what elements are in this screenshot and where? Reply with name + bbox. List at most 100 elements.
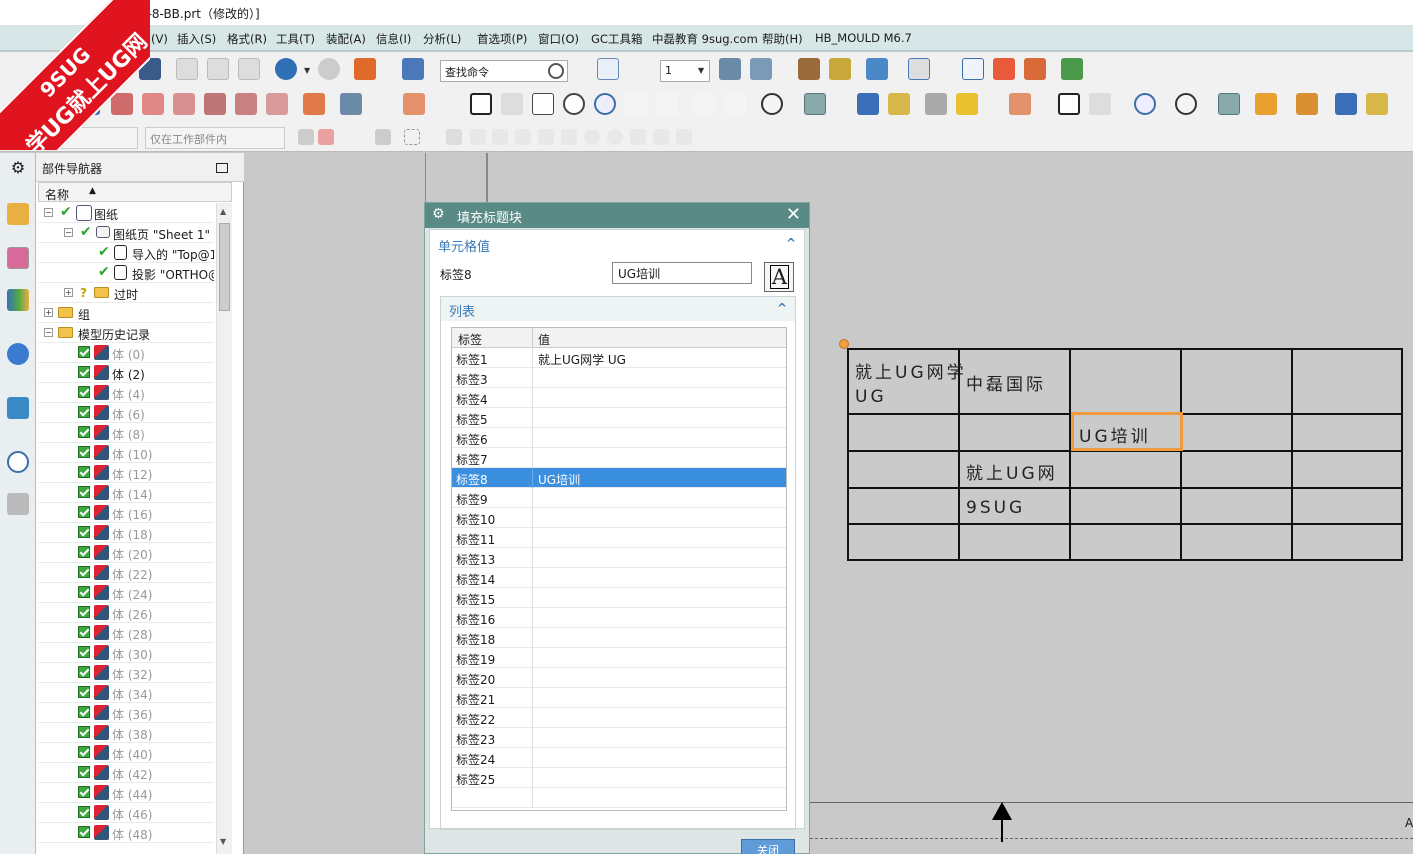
hammer-icon[interactable] <box>1296 93 1318 115</box>
tree-node-body[interactable]: 体 (20) <box>38 543 214 563</box>
collapse-chevron-icon[interactable]: ^ <box>786 236 796 250</box>
tools-icon[interactable] <box>1255 93 1277 115</box>
half-section-icon[interactable] <box>204 93 226 115</box>
scrollbar-thumb[interactable] <box>219 223 230 311</box>
tree-node-model-history[interactable]: − 模型历史记录 <box>38 323 214 343</box>
existing-point-icon[interactable] <box>630 129 646 145</box>
intersection-icon[interactable] <box>538 129 554 145</box>
checkbox-icon[interactable] <box>78 826 90 838</box>
checkbox-icon[interactable] <box>78 506 90 518</box>
table-row[interactable]: 标签13 <box>452 548 786 568</box>
table-row[interactable]: 标签11 <box>452 528 786 548</box>
table-row[interactable]: 标签6 <box>452 428 786 448</box>
edit-object-display-icon[interactable] <box>798 58 820 80</box>
tree-node-body[interactable]: 体 (8) <box>38 423 214 443</box>
point-on-curve-icon[interactable] <box>653 129 669 145</box>
mid-point-icon[interactable] <box>492 129 508 145</box>
table-row[interactable]: 标签10 <box>452 508 786 528</box>
image-icon-2[interactable] <box>1218 93 1240 115</box>
table-row[interactable]: 标签14 <box>452 568 786 588</box>
quadrant-icon[interactable] <box>607 129 623 145</box>
zoom-icon[interactable] <box>563 93 585 115</box>
checkbox-icon[interactable] <box>78 486 90 498</box>
tree-node-body[interactable]: 体 (6) <box>38 403 214 423</box>
view-style-icon[interactable] <box>340 93 362 115</box>
menu-format[interactable]: 格式(R) <box>227 31 267 47</box>
tree-node-body[interactable]: 体 (22) <box>38 563 214 583</box>
checkbox-icon[interactable] <box>78 726 90 738</box>
tree-node-body[interactable]: 体 (12) <box>38 463 214 483</box>
chevron-down-icon[interactable]: ▼ <box>698 66 704 75</box>
tree-node-projected-view[interactable]: ✔ 投影 "ORTHO@ <box>38 263 214 283</box>
tree-node-body[interactable]: 体 (24) <box>38 583 214 603</box>
menu-assembly[interactable]: 装配(A) <box>326 31 366 47</box>
close-button[interactable]: 关闭 <box>741 839 795 854</box>
view-boundary-icon[interactable] <box>866 58 888 80</box>
move-to-layer-icon[interactable] <box>750 58 772 80</box>
select-all-icon[interactable] <box>298 129 314 145</box>
table-row[interactable]: 标签15 <box>452 588 786 608</box>
menu-preferences[interactable]: 首选项(P) <box>477 31 527 47</box>
weld-symbol-icon[interactable] <box>656 93 678 115</box>
display-sheet-icon[interactable] <box>1024 58 1046 80</box>
table-row[interactable]: 标签25 <box>452 768 786 788</box>
center-mark-icon[interactable] <box>761 93 783 115</box>
datum-feature-icon[interactable] <box>532 93 554 115</box>
table-row[interactable]: 标签24 <box>452 748 786 768</box>
web-browser-icon[interactable] <box>7 397 29 419</box>
surface-finish-icon[interactable] <box>625 93 647 115</box>
hd3d-tools-icon[interactable] <box>7 343 29 365</box>
expand-icon[interactable]: + <box>44 308 53 317</box>
text-style-icon-2[interactable] <box>1335 93 1357 115</box>
tree-node-body[interactable]: 体 (0) <box>38 343 214 363</box>
yellow-solid-icon[interactable] <box>956 93 978 115</box>
cell-value-input[interactable]: UG培训 <box>612 262 752 284</box>
assembly-navigator-icon[interactable] <box>7 203 29 225</box>
tree-node-body[interactable]: 体 (2) <box>38 363 214 383</box>
collapse-icon[interactable]: − <box>44 328 53 337</box>
checkbox-icon[interactable] <box>78 646 90 658</box>
menu-tools[interactable]: 工具(T) <box>276 31 315 47</box>
note-icon[interactable] <box>470 93 492 115</box>
dimension-icon[interactable] <box>1009 93 1031 115</box>
table-row[interactable]: 标签16 <box>452 608 786 628</box>
menu-zhonglei[interactable]: 中磊教育 9sug.com <box>652 31 758 47</box>
table-row[interactable]: 标签18 <box>452 628 786 648</box>
text-style-icon[interactable] <box>857 93 879 115</box>
collapse-icon[interactable]: − <box>64 228 73 237</box>
paste-icon[interactable] <box>238 58 260 80</box>
feature-control-frame-icon[interactable] <box>501 93 523 115</box>
redo-icon[interactable] <box>318 58 340 80</box>
table-row[interactable]: 标签20 <box>452 668 786 688</box>
centerline-icon[interactable] <box>724 93 746 115</box>
checkbox-icon[interactable] <box>78 546 90 558</box>
perpendicular-icon[interactable] <box>561 129 577 145</box>
tree-node-sheet[interactable]: − ✔ 图纸页 "Sheet 1" ( <box>38 223 214 243</box>
tree-node-body[interactable]: 体 (14) <box>38 483 214 503</box>
collapse-icon[interactable]: − <box>44 208 53 217</box>
grey-solid-icon[interactable] <box>925 93 947 115</box>
section-cell-value-header[interactable]: 单元格值 <box>438 236 490 255</box>
deselect-icon[interactable] <box>375 129 391 145</box>
checkbox-icon[interactable] <box>78 406 90 418</box>
checkbox-icon[interactable] <box>78 786 90 798</box>
collapse-chevron-icon[interactable]: ^ <box>777 301 787 315</box>
table-row[interactable]: 标签21 <box>452 688 786 708</box>
tree-node-body[interactable]: 体 (32) <box>38 663 214 683</box>
undo-icon[interactable] <box>275 58 297 80</box>
system-materials-icon[interactable] <box>7 493 29 515</box>
broken-view-icon[interactable] <box>266 93 288 115</box>
tree-node-drawing[interactable]: − ✔ 图纸 <box>38 203 214 223</box>
reuse-library-icon[interactable] <box>7 289 29 311</box>
copy-icon[interactable] <box>207 58 229 80</box>
table-row[interactable] <box>452 788 786 808</box>
gear-icon[interactable]: ⚙ <box>432 206 445 222</box>
update-view-icon[interactable] <box>303 93 325 115</box>
navigator-scrollbar[interactable]: ▲ ▼ <box>216 203 232 854</box>
selection-scope-select[interactable]: 仅在工作部件内 <box>145 127 285 149</box>
menu-analysis[interactable]: 分析(L) <box>423 31 461 47</box>
tree-node-body[interactable]: 体 (40) <box>38 743 214 763</box>
open-sheet-icon[interactable] <box>993 58 1015 80</box>
id-symbol-icon-2[interactable] <box>1134 93 1156 115</box>
checkbox-icon[interactable] <box>78 566 90 578</box>
